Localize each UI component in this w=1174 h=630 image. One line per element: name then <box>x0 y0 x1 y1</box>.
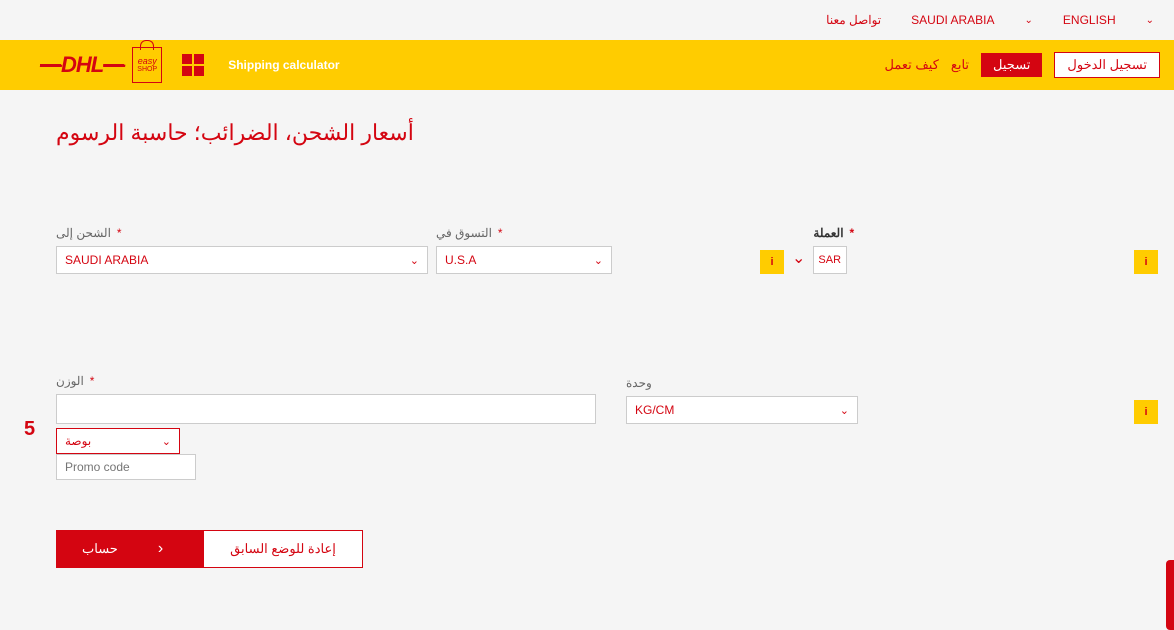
shop-text: SHOP <box>137 66 157 73</box>
form-row-2: 5 الوزن* وحدة KG/CM ⌄ i <box>56 374 1118 424</box>
top-bar: تواصل معنا SAUDI ARABIA ⌄ ENGLISH ⌄ <box>0 0 1174 40</box>
contact-link[interactable]: تواصل معنا <box>826 13 881 27</box>
easyshop-logo[interactable]: easy SHOP <box>132 47 162 83</box>
chevron-down-icon: ⌄ <box>162 435 171 448</box>
dimension-select[interactable]: بوصة ⌄ <box>56 428 180 454</box>
chevron-right-icon: › <box>158 540 163 558</box>
shop-in-select[interactable]: U.S.A ⌄ <box>436 246 612 274</box>
login-button[interactable]: تسجيل الدخول <box>1054 52 1160 78</box>
ship-to-value: SAUDI ARABIA <box>65 253 148 267</box>
form-row-1: الشحن إلى* SAUDI ARABIA ⌄ التسوق في* U.S… <box>56 226 1118 274</box>
info-icon[interactable]: i <box>1134 250 1158 274</box>
weight-label: الوزن* <box>56 374 596 388</box>
dimension-value: بوصة <box>65 434 91 448</box>
chevron-down-icon: ⌄ <box>1025 15 1033 26</box>
language-select[interactable]: ENGLISH ⌄ <box>1063 13 1154 27</box>
chevron-down-icon: ⌄ <box>1146 15 1154 26</box>
register-button[interactable]: تسجيل <box>981 53 1042 77</box>
logo-area: —DHL— easy SHOP Shipping calculator <box>0 47 340 83</box>
promo-input[interactable] <box>56 454 196 480</box>
nav-right: كيف تعمل تابع تسجيل تسجيل الدخول <box>884 52 1174 78</box>
shop-in-field: التسوق في* U.S.A ⌄ <box>436 226 612 274</box>
unit-value: KG/CM <box>635 403 674 417</box>
apps-grid-icon[interactable] <box>182 54 204 76</box>
step-number: 5 <box>24 418 35 441</box>
country-label: SAUDI ARABIA <box>911 13 994 27</box>
dhl-logo[interactable]: —DHL— <box>40 52 124 78</box>
chevron-down-icon: ⌄ <box>792 248 805 268</box>
chevron-down-icon: ⌄ <box>594 254 603 267</box>
chevron-down-icon: ⌄ <box>410 254 419 267</box>
easy-text: easy <box>138 57 157 66</box>
currency-label: العملة* <box>813 226 854 240</box>
form-area: الشحن إلى* SAUDI ARABIA ⌄ التسوق في* U.S… <box>56 226 1118 568</box>
currency-value: SAR <box>818 254 841 266</box>
unit-select[interactable]: KG/CM ⌄ <box>626 396 858 424</box>
dhl-logo-text: DHL <box>61 52 103 77</box>
language-label: ENGLISH <box>1063 13 1116 27</box>
currency-field: العملة* SAR <box>813 226 854 274</box>
nav-track[interactable]: تابع <box>951 57 969 73</box>
ship-to-select[interactable]: SAUDI ARABIA ⌄ <box>56 246 428 274</box>
nav-how-it-works[interactable]: كيف تعمل <box>884 57 938 73</box>
accent-bar <box>1166 560 1174 630</box>
button-row: حساب › إعادة للوضع السابق <box>56 530 1118 568</box>
weight-field: الوزن* <box>56 374 596 424</box>
currency-group: i ⌄ العملة* SAR <box>760 226 854 274</box>
weight-input[interactable] <box>56 394 596 424</box>
country-select[interactable]: SAUDI ARABIA ⌄ <box>911 13 1033 27</box>
currency-select[interactable]: SAR <box>813 246 847 274</box>
unit-label: وحدة <box>626 376 858 390</box>
chevron-down-icon: ⌄ <box>840 404 849 417</box>
reset-button[interactable]: إعادة للوضع السابق <box>203 530 363 568</box>
sub-row: بوصة ⌄ <box>56 428 1118 480</box>
info-icon[interactable]: i <box>1134 400 1158 424</box>
shop-in-label: التسوق في* <box>436 226 612 240</box>
info-icon[interactable]: i <box>760 250 784 274</box>
ship-to-field: الشحن إلى* SAUDI ARABIA ⌄ <box>56 226 428 274</box>
page-title: أسعار الشحن، الضرائب؛ حاسبة الرسوم <box>56 120 1118 146</box>
calculate-button[interactable]: حساب › <box>56 530 203 568</box>
shop-in-value: U.S.A <box>445 253 476 267</box>
unit-field: وحدة KG/CM ⌄ <box>626 376 858 424</box>
calculate-label: حساب <box>82 541 118 557</box>
content: أسعار الشحن، الضرائب؛ حاسبة الرسوم الشحن… <box>0 90 1174 568</box>
ship-to-label: الشحن إلى* <box>56 226 428 240</box>
header-bar: —DHL— easy SHOP Shipping calculator كيف … <box>0 40 1174 90</box>
bag-handle-icon <box>140 40 154 50</box>
shipping-calculator-label: Shipping calculator <box>228 58 339 72</box>
